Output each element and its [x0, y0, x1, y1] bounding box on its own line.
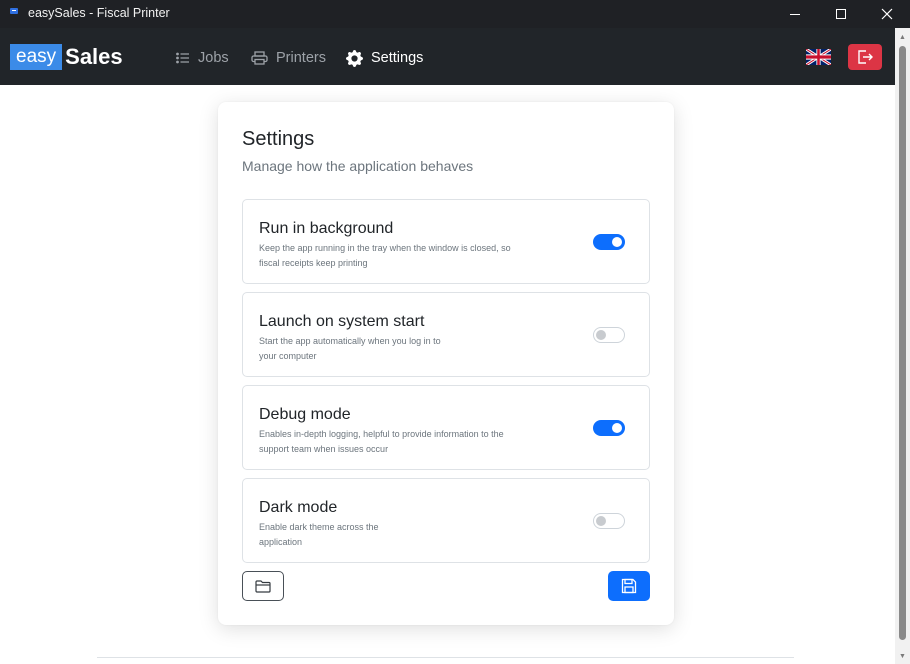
close-icon — [881, 8, 893, 20]
setting-title: Run in background — [259, 220, 394, 237]
toggle-knob — [612, 237, 622, 247]
setting-description: Enables in-depth logging, helpful to pro… — [259, 427, 521, 456]
list-icon — [176, 52, 189, 64]
run-in-background-toggle[interactable] — [593, 234, 625, 250]
toggle-knob — [596, 330, 606, 340]
setting-description-line: Start the app automatically when you log… — [259, 336, 441, 346]
nav-label-jobs: Jobs — [198, 50, 229, 66]
nav-label-settings: Settings — [371, 50, 424, 66]
settings-card: Settings Manage how the application beha… — [218, 102, 674, 625]
nav-item-printers[interactable]: Printers — [251, 47, 326, 69]
toggle-knob — [612, 423, 622, 433]
brand-sales: Sales — [65, 44, 123, 69]
scrollbar-thumb[interactable] — [899, 46, 906, 640]
setting-description-line: Keep the app running in the tray when th… — [259, 243, 511, 253]
brand-logo[interactable]: easy Sales — [10, 44, 123, 70]
setting-description: Start the app automatically when you log… — [259, 334, 521, 363]
save-icon — [621, 578, 637, 594]
dark-mode-toggle[interactable] — [593, 513, 625, 529]
scrollbar[interactable]: ▲ ▼ — [895, 28, 910, 664]
footer-divider — [97, 657, 794, 658]
window-title-bar: easySales - Fiscal Printer — [0, 0, 910, 28]
setting-debug-mode: Debug mode Enables in-depth logging, hel… — [242, 385, 650, 470]
nav-label-printers: Printers — [276, 50, 326, 66]
save-button[interactable] — [608, 571, 650, 601]
setting-description-line: Enable dark theme across the — [259, 522, 379, 532]
printer-icon — [251, 51, 268, 65]
uk-flag-icon — [806, 49, 831, 65]
nav-item-settings[interactable]: Settings — [346, 47, 423, 69]
open-folder-button[interactable] — [242, 571, 284, 601]
scroll-down-icon[interactable]: ▼ — [895, 653, 910, 660]
page-subtitle: Manage how the application behaves — [242, 158, 474, 174]
setting-description-line: Enables in-depth logging, helpful to pro… — [259, 429, 504, 439]
page-title: Settings — [242, 128, 315, 150]
app-icon — [10, 8, 18, 14]
logout-icon — [858, 50, 873, 64]
setting-title: Debug mode — [259, 406, 351, 423]
setting-description-line: fiscal receipts keep printing — [259, 257, 368, 268]
close-button[interactable] — [864, 0, 910, 28]
setting-title: Dark mode — [259, 499, 338, 516]
setting-description: Enable dark theme across the application — [259, 520, 521, 549]
logout-button[interactable] — [848, 44, 882, 70]
minimize-icon — [790, 13, 800, 15]
setting-description-line: your computer — [259, 350, 317, 361]
setting-description: Keep the app running in the tray when th… — [259, 241, 521, 270]
scroll-up-icon[interactable]: ▲ — [895, 34, 910, 41]
brand-easy: easy — [10, 44, 63, 70]
setting-description-line: application — [259, 536, 303, 547]
language-button[interactable] — [806, 49, 831, 65]
minimize-button[interactable] — [772, 0, 818, 28]
toggle-knob — [596, 516, 606, 526]
setting-launch-on-system-start: Launch on system start Start the app aut… — [242, 292, 650, 377]
setting-description-line: support team when issues occur — [259, 443, 389, 454]
debug-mode-toggle[interactable] — [593, 420, 625, 436]
launch-on-system-start-toggle[interactable] — [593, 327, 625, 343]
gear-icon — [346, 49, 363, 67]
folder-icon — [255, 579, 271, 593]
maximize-icon — [836, 9, 846, 19]
setting-run-in-background: Run in background Keep the app running i… — [242, 199, 650, 284]
setting-title: Launch on system start — [259, 313, 425, 330]
window-title: easySales - Fiscal Printer — [28, 6, 170, 20]
setting-dark-mode: Dark mode Enable dark theme across the a… — [242, 478, 650, 563]
navbar: easy Sales Jobs Printers Settings — [0, 28, 895, 85]
maximize-button[interactable] — [818, 0, 864, 28]
nav-item-jobs[interactable]: Jobs — [176, 47, 229, 69]
